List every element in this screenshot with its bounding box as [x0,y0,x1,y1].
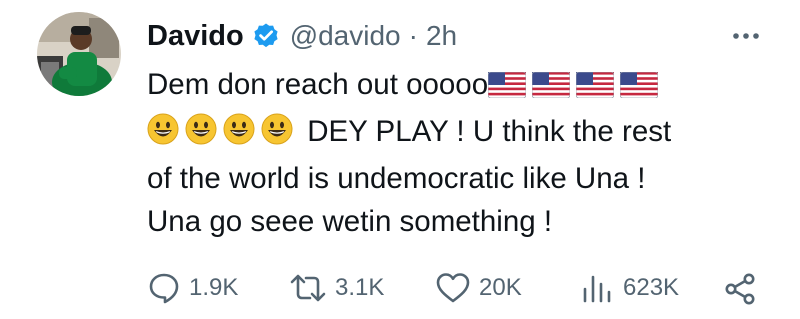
tweet-text-line: of the world is undemocratic like Una ! [147,162,646,195]
more-options-icon[interactable] [728,24,764,48]
share-icon [725,273,755,305]
us-flag-emoji [575,67,615,110]
tweet-header: Davido @davido · 2h [147,16,457,56]
like-count: 20K [479,274,522,301]
reply-icon [149,273,179,304]
verified-badge-icon [252,22,280,50]
repost-count: 3.1K [335,274,385,301]
grinning-face-emoji [185,113,217,157]
grinning-face-emoji [261,113,293,157]
tweet-text-line: DEY PLAY ! U think the rest [147,110,767,157]
repost-icon [290,274,326,302]
tweet-text-line: Una go seee wetin something ! [147,205,553,238]
author-name[interactable]: Davido [147,20,244,53]
tweet-body: Dem don reach out ooooo DEY PLAY ! U thi… [147,63,767,243]
tweet-text-line: Dem don reach out ooooo [147,63,767,110]
grinning-face-emoji [223,113,255,157]
reply-count: 1.9K [189,274,239,301]
views-count: 623K [623,274,680,301]
avatar-image [37,12,121,96]
reply-button[interactable]: 1.9K [147,268,238,308]
tweet-card: Davido @davido · 2h Dem don reach out oo… [0,0,800,319]
separator-dot: · [408,20,418,51]
timestamp[interactable]: 2h [426,20,457,52]
author-handle[interactable]: @davido [290,20,401,52]
repost-button[interactable]: 3.1K [289,268,384,308]
tweet-text: DEY PLAY ! U think the rest [307,115,672,148]
like-button[interactable]: 20K [435,268,522,308]
share-button[interactable] [722,272,758,311]
views-chart-icon [583,275,611,303]
views-button[interactable]: 623K [579,268,679,308]
us-flag-emoji [531,67,571,110]
grinning-face-emoji [147,113,179,157]
tweet-actions: 1.9K 3.1K 20K 623K [147,268,767,308]
us-flag-emoji [487,67,527,110]
tweet-text: Dem don reach out ooooo [147,68,489,101]
avatar[interactable] [37,12,121,96]
us-flag-emoji [619,67,659,110]
heart-icon [436,273,470,303]
